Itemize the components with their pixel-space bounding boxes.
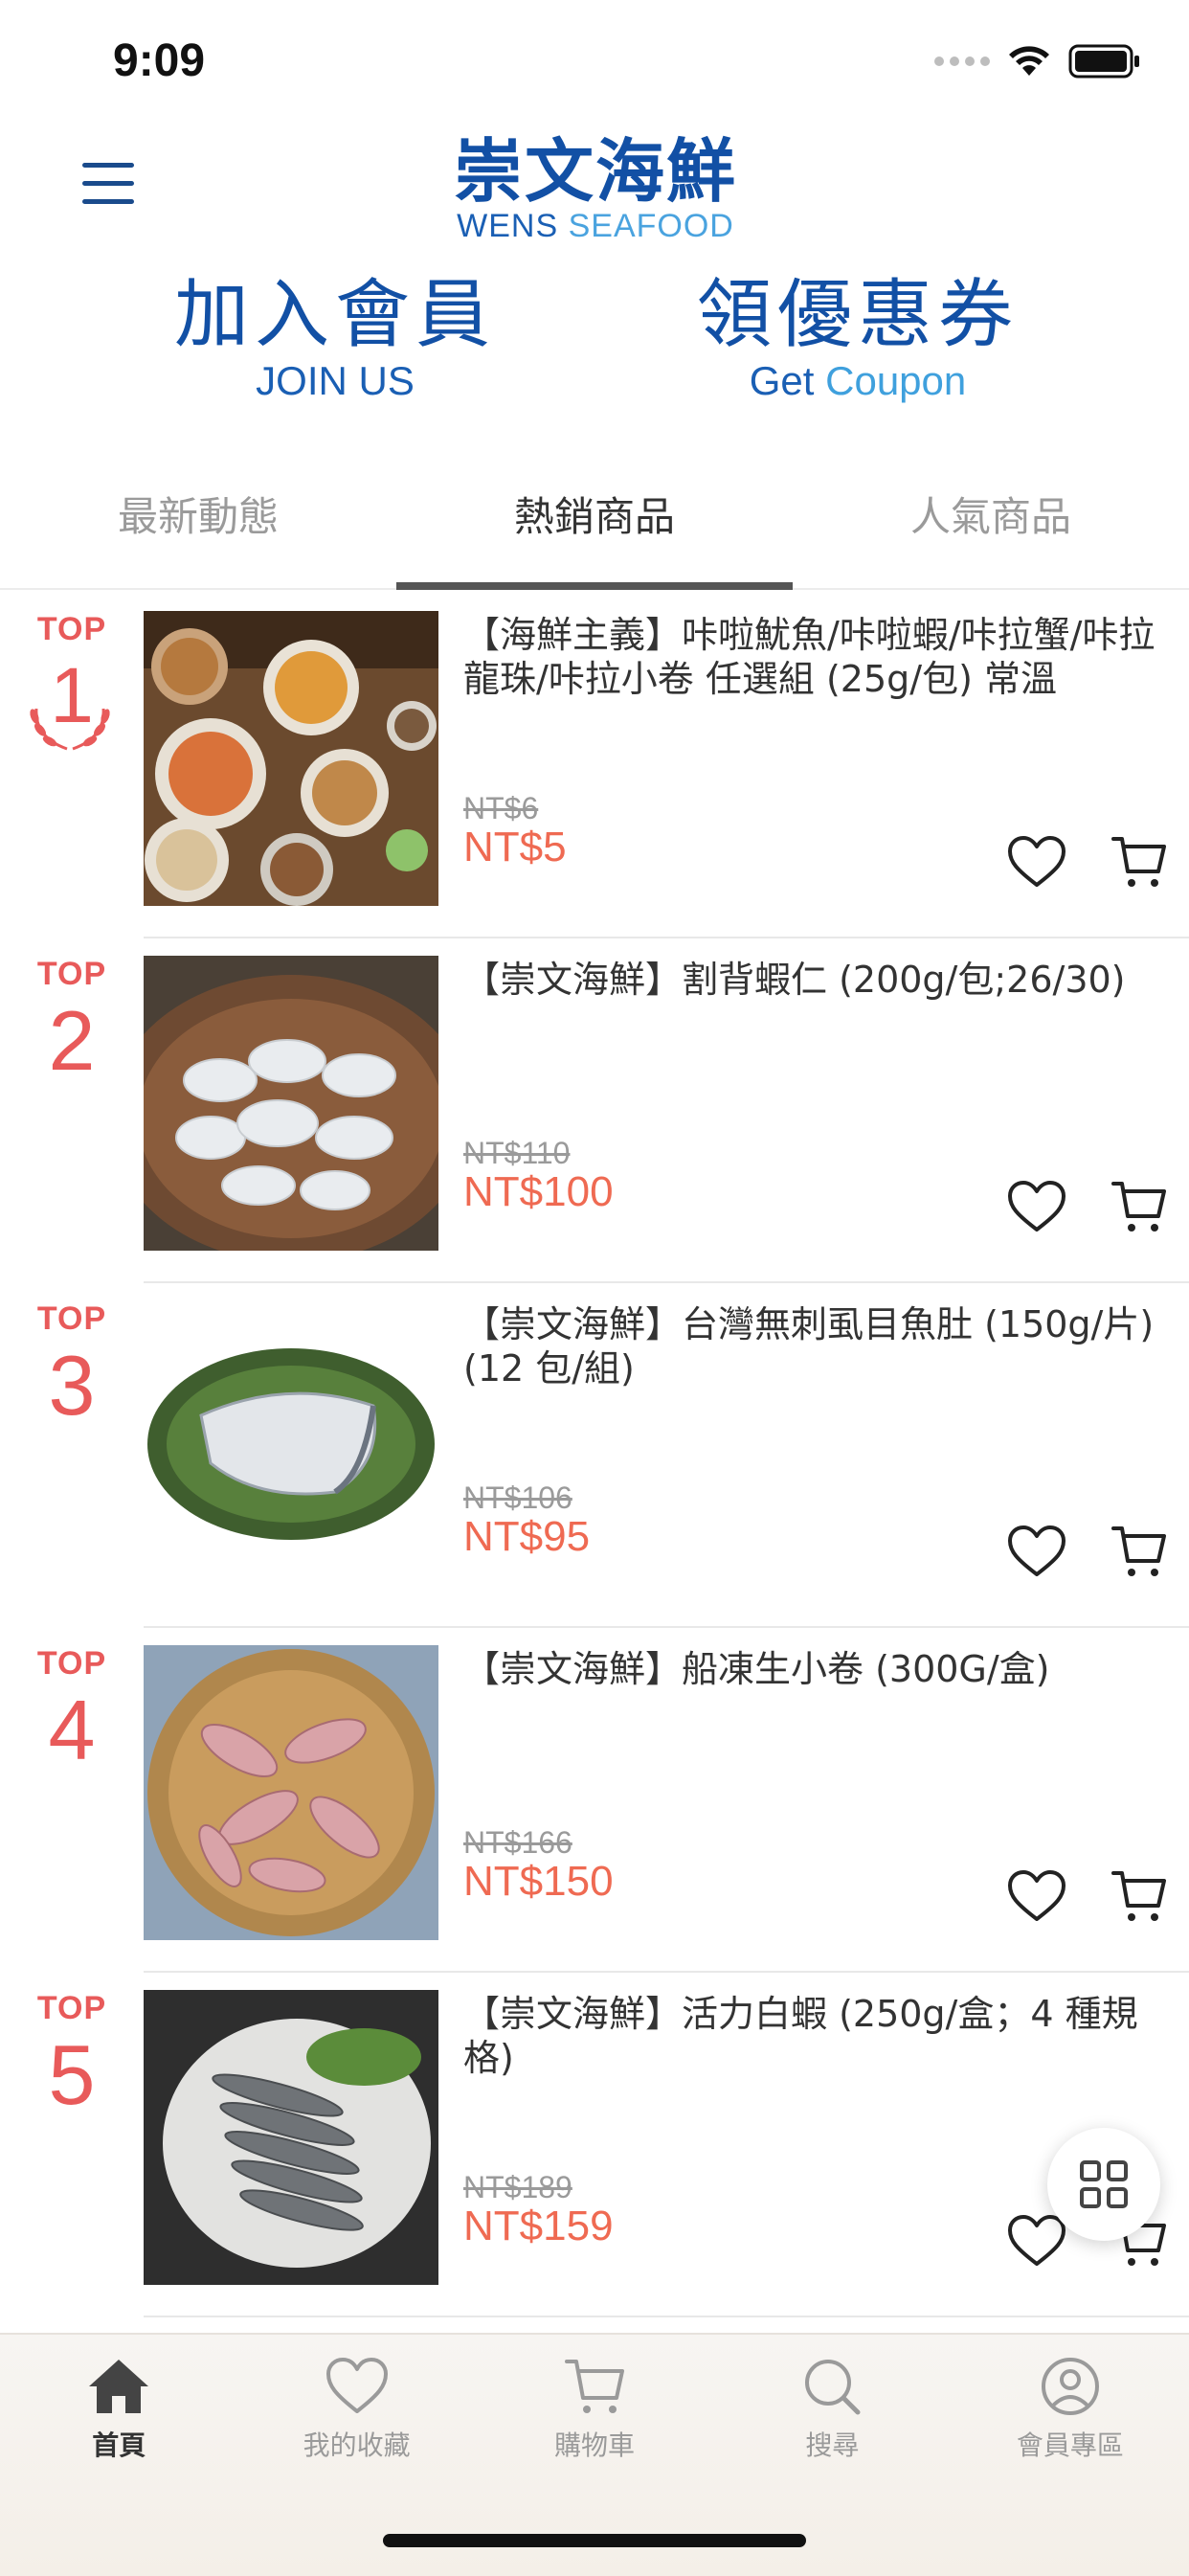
product-title[interactable]: 【崇文海鮮】活力白蝦 (250g/盒；4 種規格) [463, 1992, 1162, 2080]
cart-icon [565, 2360, 625, 2413]
original-price: NT$189 [463, 2170, 572, 2204]
tab-popular[interactable]: 人氣商品 [793, 460, 1189, 588]
cart-icon[interactable] [1110, 1523, 1168, 1580]
category-tabs: 最新動態 熱銷商品 人氣商品 [0, 460, 1189, 590]
product-title[interactable]: 【崇文海鮮】割背蝦仁 (200g/包;26/30) [463, 958, 1162, 1002]
cart-icon[interactable] [1110, 1178, 1168, 1235]
search-icon [805, 2360, 861, 2415]
product-image[interactable] [144, 1645, 438, 1940]
sale-price: NT$150 [463, 1858, 614, 1905]
rank-badge: TOP 5 [36, 1990, 107, 2122]
product-title[interactable]: 【崇文海鮮】船凍生小卷 (300G/盒) [463, 1647, 1162, 1691]
heart-icon [325, 2358, 388, 2413]
product-title[interactable]: 【海鮮主義】咔啦魷魚/咔啦蝦/咔拉蟹/咔拉龍珠/咔拉小卷 任選組 (25g/包)… [463, 613, 1162, 701]
nav-cart[interactable]: 購物車 [476, 2356, 713, 2463]
get-coupon-subtitle: Get Coupon [749, 358, 967, 403]
grid-icon [1080, 2160, 1128, 2208]
heart-icon[interactable] [1007, 1869, 1066, 1923]
get-coupon-banner[interactable]: 領優惠券 Get Coupon [676, 272, 1040, 404]
brand-logo[interactable]: 崇文海鮮 WENS SEAFOOD [454, 134, 737, 243]
join-member-subtitle: JOIN US [256, 358, 415, 403]
rank-badge: TOP 3 [36, 1300, 107, 1433]
heart-icon[interactable] [1007, 1180, 1066, 1233]
product-item[interactable]: TOP 3 【崇文海鮮】台灣無刺虱目魚肚 (150g/片)(12 包/組) NT… [0, 1283, 1189, 1628]
product-item[interactable]: TOP 4 【崇文海鮮】船凍生小卷 (300G/盒) NT$166 NT$150 [0, 1628, 1189, 1973]
cart-icon[interactable] [1110, 833, 1168, 891]
product-image[interactable] [144, 956, 438, 1251]
menu-button[interactable] [82, 163, 134, 211]
product-image[interactable] [144, 1990, 438, 2285]
nav-search[interactable]: 搜尋 [713, 2356, 951, 2463]
product-image[interactable] [144, 611, 438, 906]
status-time: 9:09 [113, 35, 206, 86]
get-coupon-title: 領優惠券 [696, 272, 1019, 358]
product-title[interactable]: 【崇文海鮮】台灣無刺虱目魚肚 (150g/片)(12 包/組) [463, 1302, 1162, 1390]
join-member-banner[interactable]: 加入會員 JOIN US [153, 272, 517, 404]
category-grid-button[interactable] [1047, 2128, 1160, 2241]
nav-home[interactable]: 首頁 [0, 2356, 237, 2463]
heart-icon[interactable] [1007, 1525, 1066, 1578]
rank-badge: TOP 2 [36, 956, 107, 1088]
original-price: NT$166 [463, 1825, 572, 1860]
product-item[interactable]: TOP 1 【海鮮主義】咔啦魷魚/咔啦蝦/咔拉蟹/咔拉龍珠/咔拉小卷 任選組 (… [0, 594, 1189, 938]
sale-price: NT$159 [463, 2203, 614, 2249]
product-item[interactable]: TOP 2 【崇文海鮮】割背蝦仁 (200g/包;26/30) NT$110 N… [0, 938, 1189, 1283]
product-image[interactable] [144, 1300, 438, 1595]
home-icon [89, 2360, 149, 2413]
nav-member[interactable]: 會員專區 [952, 2356, 1189, 2463]
laurel-icon [30, 708, 110, 751]
rank-badge: TOP 4 [36, 1645, 107, 1777]
original-price: NT$106 [463, 1480, 572, 1515]
sale-price: NT$95 [463, 1513, 591, 1560]
original-price: NT$110 [463, 1136, 571, 1170]
sale-price: NT$5 [463, 824, 567, 870]
product-item[interactable]: TOP 5 【崇文海鮮】活力白蝦 (250g/盒；4 種規格) NT$189 N… [0, 1973, 1189, 2317]
nav-favorites[interactable]: 我的收藏 [237, 2356, 475, 2463]
join-member-title: 加入會員 [173, 272, 496, 358]
hamburger-icon [82, 163, 134, 168]
sale-price: NT$100 [463, 1168, 614, 1215]
user-icon [1041, 2358, 1099, 2415]
heart-icon[interactable] [1007, 2214, 1066, 2268]
tab-best-sellers[interactable]: 熱銷商品 [396, 460, 793, 590]
cart-icon[interactable] [1110, 1867, 1168, 1925]
heart-icon[interactable] [1007, 835, 1066, 889]
original-price: NT$6 [463, 791, 539, 825]
logo-english: WENS SEAFOOD [457, 208, 734, 244]
battery-icon [1068, 44, 1139, 79]
signal-icon [934, 56, 990, 66]
home-indicator [383, 2534, 806, 2547]
logo-chinese: 崇文海鮮 [454, 131, 738, 212]
tab-latest-news[interactable]: 最新動態 [0, 460, 396, 588]
wifi-icon [1009, 46, 1049, 76]
status-icons [934, 44, 1141, 79]
